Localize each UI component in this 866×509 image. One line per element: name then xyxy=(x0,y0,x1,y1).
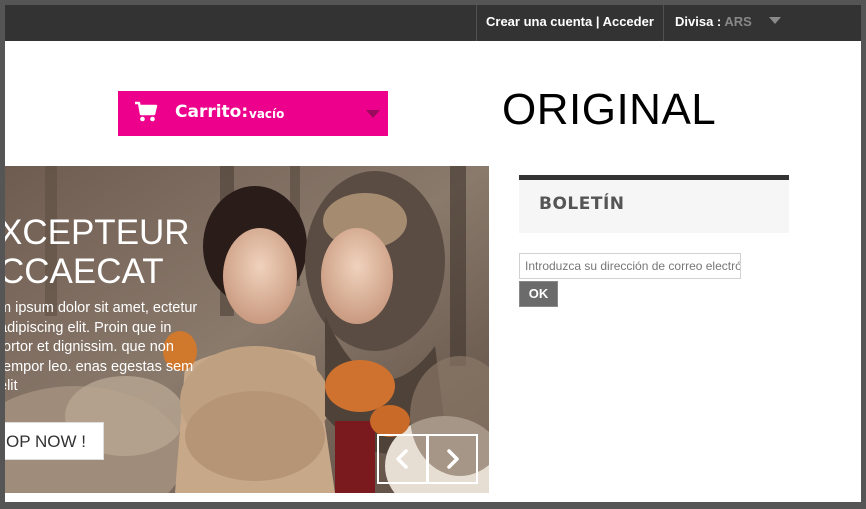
slide-description: m ipsum dolor sit amet, ectetur adipisci… xyxy=(5,300,198,394)
cart-label: Carrito: xyxy=(175,102,249,122)
newsletter-email-input[interactable] xyxy=(519,253,741,279)
original-label: ORIGINAL xyxy=(502,85,717,134)
cart-button[interactable]: Carrito: vacío xyxy=(118,91,388,136)
top-nav-bar: Crear una cuenta | Acceder Divisa : ARS xyxy=(5,5,861,41)
window-frame: Crear una cuenta | Acceder Divisa : ARS … xyxy=(0,0,866,509)
shopping-cart-icon xyxy=(135,101,158,122)
chevron-left-icon xyxy=(396,449,408,469)
slide-title: XCEPTEUR CCAECAT xyxy=(5,213,190,291)
newsletter-header: BOLETÍN xyxy=(519,175,789,233)
newsletter-block: BOLETÍN xyxy=(519,175,789,233)
newsletter-submit-button[interactable]: OK xyxy=(519,281,558,307)
slider-prev-button[interactable] xyxy=(377,434,428,484)
image-slider: XCEPTEUR CCAECAT m ipsum dolor sit amet,… xyxy=(5,166,489,493)
cart-quantity: vacío xyxy=(249,107,285,121)
newsletter-title: BOLETÍN xyxy=(539,194,625,214)
chevron-right-icon xyxy=(447,449,459,469)
caret-down-icon xyxy=(769,17,782,25)
currency-value: ARS xyxy=(724,14,752,29)
slider-next-button[interactable] xyxy=(427,434,478,484)
account-link[interactable]: Crear una cuenta | Acceder xyxy=(476,5,664,41)
currency-selector[interactable]: Divisa : ARS xyxy=(665,5,782,41)
shop-now-button[interactable]: OP NOW ! xyxy=(5,422,104,460)
account-link-text[interactable]: Crear una cuenta | Acceder xyxy=(486,14,654,29)
currency-label: Divisa : xyxy=(675,14,722,29)
shop-page: Crear una cuenta | Acceder Divisa : ARS … xyxy=(5,5,861,502)
slider-nav xyxy=(377,434,479,484)
caret-down-icon xyxy=(366,110,380,118)
